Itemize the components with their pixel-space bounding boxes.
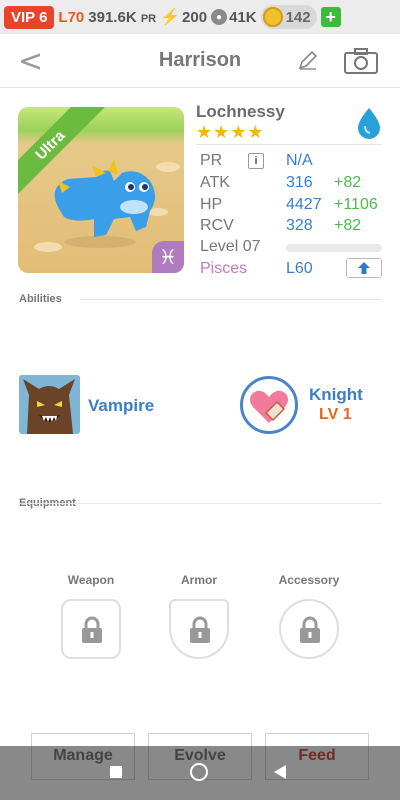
status-bar: VIP 6 L70 391.6K PR ⚡ 200 ● 41K 142 + — [0, 0, 400, 34]
knight-art — [250, 390, 288, 423]
ability-name-vampire[interactable]: Vampire — [88, 396, 154, 416]
weapon-label: Weapon — [67, 573, 115, 587]
energy-counter[interactable]: ⚡ 200 — [160, 7, 207, 27]
triangle-back-icon[interactable] — [274, 765, 286, 779]
max-level: L60 — [286, 260, 313, 277]
power-unit: PR — [140, 12, 157, 25]
abilities-heading: Abilities — [19, 293, 62, 305]
werewolf-icon[interactable] — [19, 375, 80, 434]
heart-shield-icon[interactable] — [240, 376, 298, 434]
header: < Harrison — [0, 34, 400, 88]
rcv-bonus: +82 — [334, 217, 362, 234]
coin-counter[interactable]: 142 — [260, 5, 317, 29]
page-title: Harrison — [158, 49, 242, 71]
level-label: Level 07 — [200, 238, 261, 255]
energy-value: 200 — [182, 8, 208, 26]
square-icon[interactable] — [110, 766, 122, 778]
ability-level: LV 1 — [319, 406, 352, 423]
lightning-icon: ⚡ — [160, 9, 181, 26]
player-level: L70 — [58, 8, 85, 26]
pet-portrait[interactable]: Ultra ♓ — [18, 107, 184, 273]
accessory-label: Accessory — [278, 573, 340, 587]
atk-value: 316 — [286, 174, 313, 191]
hp-label: HP — [200, 196, 223, 213]
add-coins-button[interactable]: + — [320, 7, 341, 27]
pet-name: Lochnessy — [196, 102, 285, 121]
armor-slot[interactable] — [169, 599, 229, 659]
chevron-left-icon[interactable]: < — [18, 44, 43, 79]
upgrade-button[interactable] — [346, 258, 382, 278]
info-button[interactable]: i — [248, 153, 264, 169]
star-rating: ★★★★ — [196, 122, 265, 143]
weapon-slot[interactable] — [61, 599, 121, 659]
arrow-up-icon — [358, 262, 370, 274]
pr-value: N/A — [286, 152, 313, 169]
atk-bonus: +82 — [334, 174, 362, 191]
divider — [80, 299, 382, 300]
pisces-icon: ♓ — [152, 241, 184, 273]
vip-badge[interactable]: VIP 6 — [4, 5, 55, 29]
lock-icon — [300, 616, 320, 643]
lock-icon — [82, 616, 102, 643]
rcv-value: 328 — [286, 217, 313, 234]
food-counter[interactable]: ● 41K — [211, 9, 257, 26]
divider — [19, 503, 382, 504]
divider — [196, 144, 382, 145]
zodiac-label: Pisces — [200, 260, 248, 277]
coin-icon — [262, 7, 283, 27]
armor-label: Armor — [180, 573, 217, 587]
food-value: 41K — [229, 8, 257, 26]
circle-icon[interactable] — [190, 763, 208, 781]
experience-bar — [286, 244, 382, 252]
pencil-icon[interactable] — [296, 48, 320, 72]
camera-icon[interactable] — [344, 47, 378, 75]
werewolf-art — [19, 375, 80, 434]
power-value: 391.6K — [88, 8, 137, 26]
power-rating: 391.6K PR — [88, 9, 156, 26]
hp-value: 4427 — [286, 196, 322, 213]
atk-label: ATK — [200, 174, 230, 191]
system-nav-bar — [0, 746, 400, 800]
hp-bonus: +1106 — [334, 196, 378, 213]
accessory-slot[interactable] — [279, 599, 339, 659]
paw-icon: ● — [211, 9, 228, 25]
water-drop-icon — [358, 108, 380, 139]
ability-name-knight[interactable]: Knight — [309, 385, 363, 405]
rcv-label: RCV — [200, 217, 234, 234]
coin-value: 142 — [285, 8, 311, 26]
lock-icon — [190, 616, 210, 643]
